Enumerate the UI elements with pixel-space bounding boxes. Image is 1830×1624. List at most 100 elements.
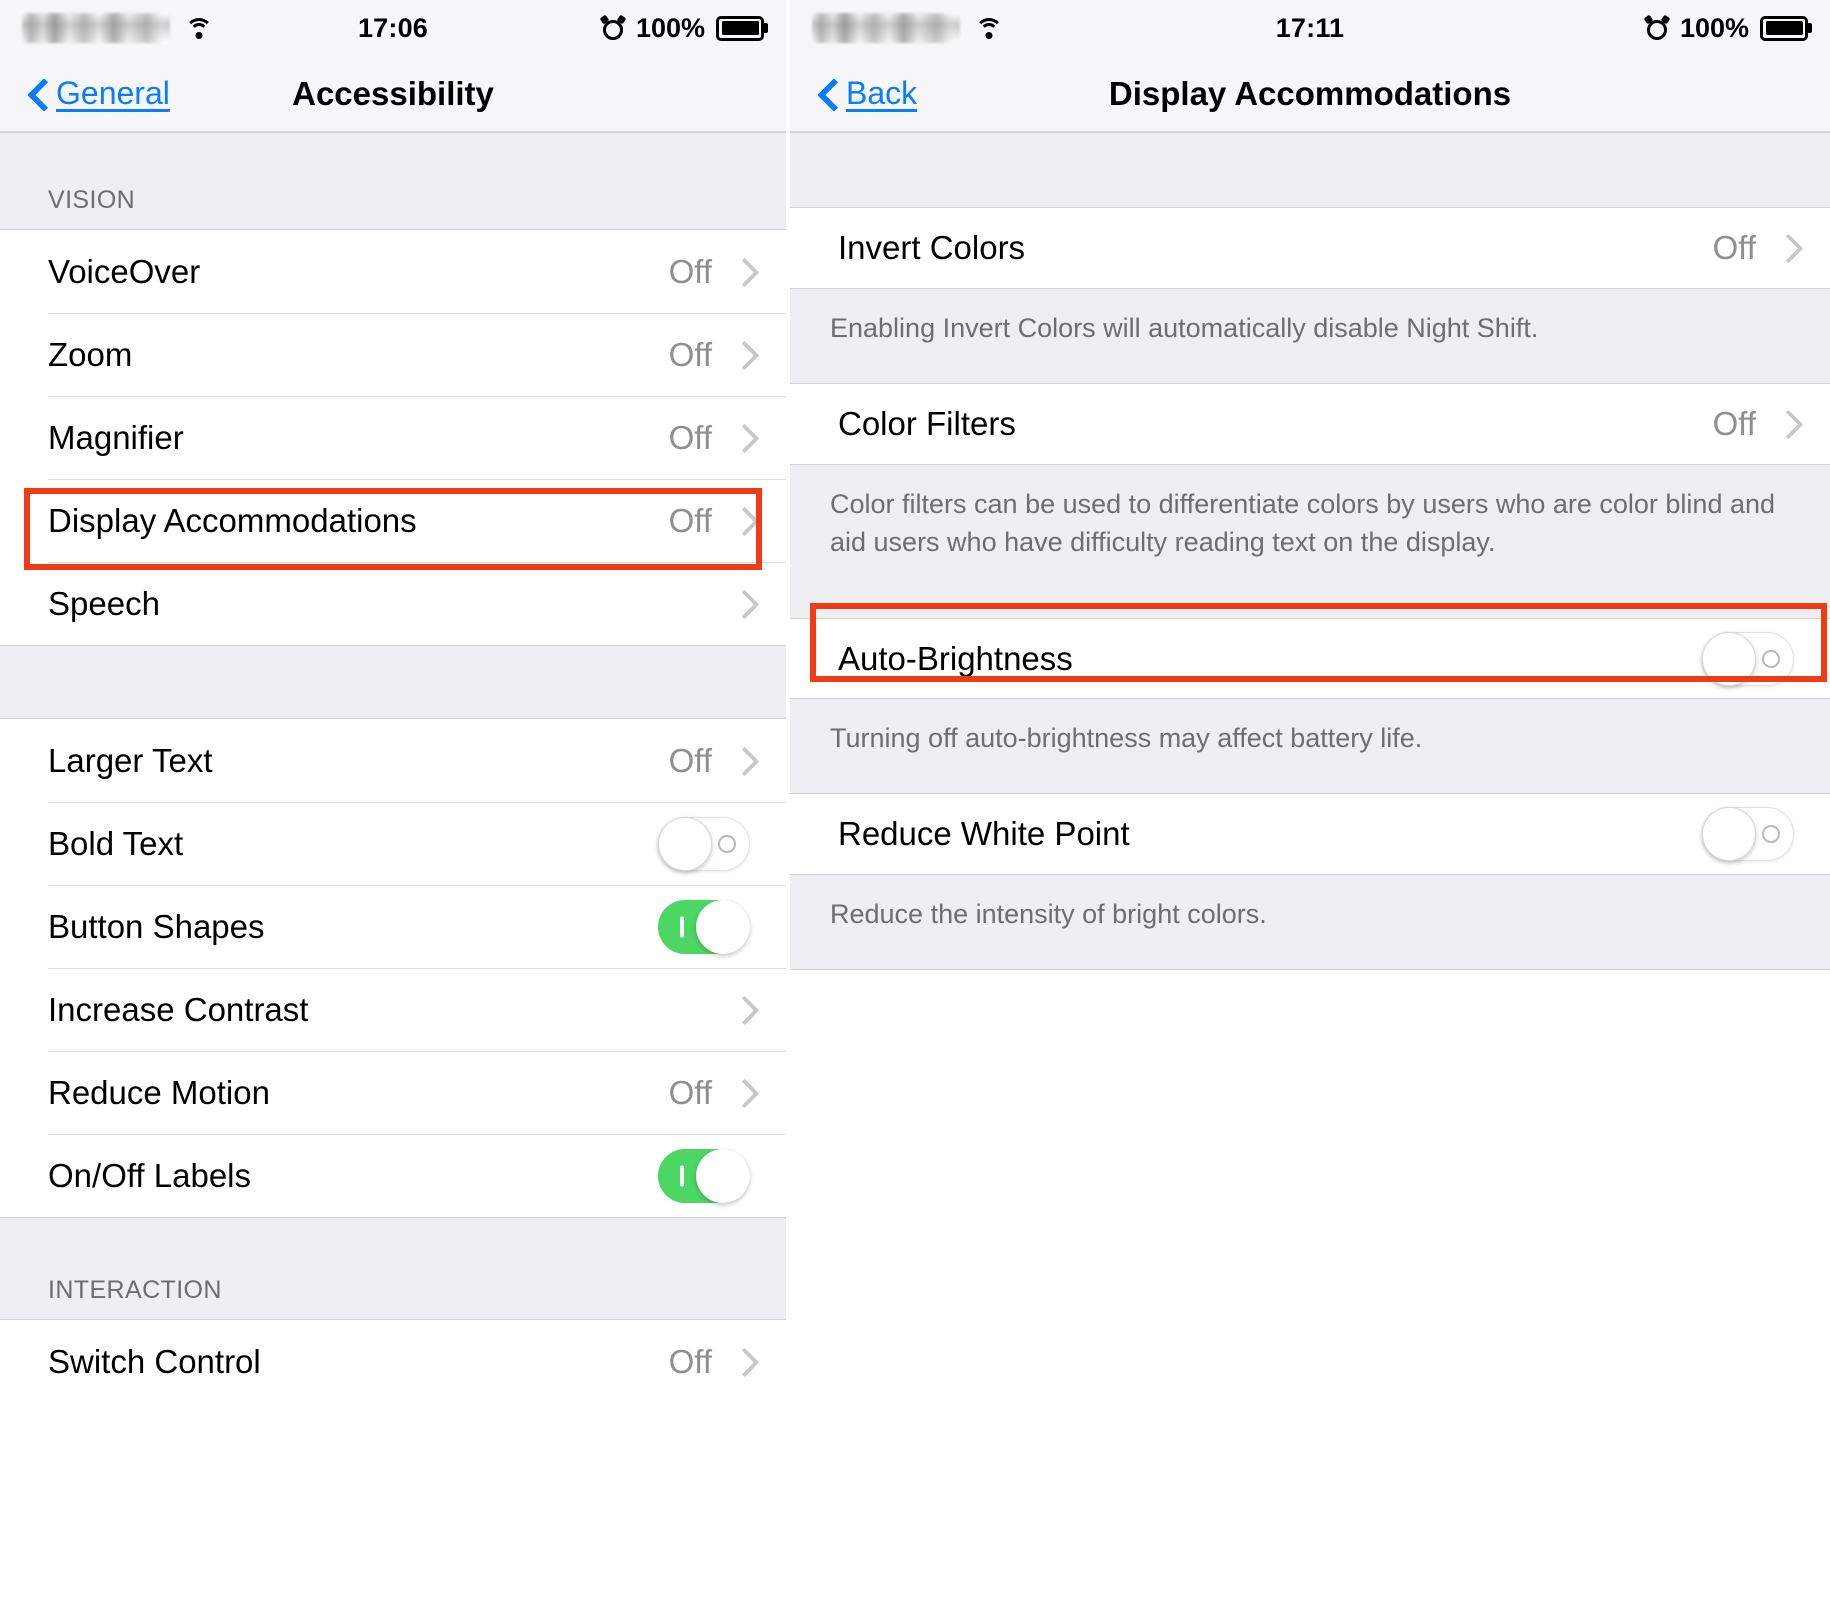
row-label: Auto-Brightness xyxy=(838,639,1073,677)
row-display-accommodations[interactable]: Display Accommodations Off xyxy=(0,479,786,562)
right-phone-display-accommodations: 17:11 100% Back Display Accommodations I… xyxy=(790,0,1830,1624)
chevron-right-icon xyxy=(1778,410,1794,438)
chevron-right-icon xyxy=(734,1348,750,1376)
chevron-right-icon xyxy=(734,507,750,535)
row-value: Off xyxy=(668,252,712,290)
row-value: Off xyxy=(1712,405,1756,442)
right-battery-percent: 100% xyxy=(1679,12,1749,43)
row-switch-control[interactable]: Switch Control Off xyxy=(0,1320,786,1403)
section-spacer-1 xyxy=(0,645,786,719)
footer-auto-brightness: Turning off auto-brightness may affect b… xyxy=(790,698,1830,794)
right-status-right: 100% xyxy=(1310,13,1808,44)
toggle-on-off-labels[interactable] xyxy=(658,1148,750,1203)
row-label: Magnifier xyxy=(48,418,184,456)
row-reduce-white-point[interactable]: Reduce White Point xyxy=(790,794,1830,874)
section-header-vision: VISION xyxy=(0,132,786,230)
row-larger-text[interactable]: Larger Text Off xyxy=(0,719,786,802)
chevron-right-icon xyxy=(734,424,750,452)
page-title-display-accommodations: Display Accommodations xyxy=(1108,74,1512,112)
row-value: Off xyxy=(668,418,712,456)
row-magnifier[interactable]: Magnifier Off xyxy=(0,396,786,479)
back-button-label: Back xyxy=(846,75,918,111)
row-label: Display Accommodations xyxy=(48,501,417,539)
accessibility-list: VISION VoiceOver Off Zoom Off Magnifier … xyxy=(0,132,786,1403)
section-header-interaction: INTERACTION xyxy=(0,1217,786,1320)
row-auto-brightness[interactable]: Auto-Brightness xyxy=(790,619,1830,698)
toggle-button-shapes[interactable] xyxy=(658,899,750,954)
row-voiceover[interactable]: VoiceOver Off xyxy=(0,230,786,313)
left-status-bar: 17:06 100% xyxy=(0,0,786,56)
row-value: Off xyxy=(668,741,712,779)
row-reduce-motion[interactable]: Reduce Motion Off xyxy=(0,1051,786,1134)
back-button-general[interactable]: General xyxy=(0,75,170,112)
row-color-filters[interactable]: Color Filters Off xyxy=(790,384,1830,464)
footer-color-filters: Color filters can be used to differentia… xyxy=(790,464,1830,619)
toggle-bold-text[interactable] xyxy=(658,816,750,871)
row-label: Reduce White Point xyxy=(838,815,1130,852)
chevron-right-icon xyxy=(734,341,750,369)
toggle-knob xyxy=(1702,631,1756,686)
footer-reduce-white-point: Reduce the intensity of bright colors. xyxy=(790,874,1830,970)
row-value: Off xyxy=(668,335,712,373)
row-speech[interactable]: Speech xyxy=(0,562,786,645)
toggle-reduce-white-point[interactable] xyxy=(1702,807,1794,861)
row-zoom[interactable]: Zoom Off xyxy=(0,313,786,396)
chevron-left-icon xyxy=(818,77,838,111)
battery-full-icon xyxy=(716,15,764,41)
top-spacer xyxy=(790,132,1830,208)
row-label: Bold Text xyxy=(48,824,184,862)
left-phone-accessibility: 17:06 100% General Accessibility VISION … xyxy=(0,0,786,1624)
toggle-knob xyxy=(1702,807,1756,861)
row-value: Off xyxy=(1712,229,1756,266)
toggle-auto-brightness[interactable] xyxy=(1702,631,1794,686)
chevron-right-icon xyxy=(1778,234,1794,262)
chevron-right-icon xyxy=(734,1079,750,1107)
chevron-left-icon xyxy=(28,77,48,111)
row-invert-colors[interactable]: Invert Colors Off xyxy=(790,208,1830,288)
right-nav-bar: Back Display Accommodations xyxy=(790,56,1830,132)
row-value: Off xyxy=(668,501,712,539)
row-label: Increase Contrast xyxy=(48,990,309,1028)
row-label: Switch Control xyxy=(48,1342,261,1380)
left-battery-percent: 100% xyxy=(635,12,705,43)
chevron-right-icon xyxy=(734,258,750,286)
row-value: Off xyxy=(668,1342,712,1380)
battery-full-icon xyxy=(1760,15,1808,41)
row-label: VoiceOver xyxy=(48,252,201,290)
toggle-off-label-icon xyxy=(1762,649,1780,668)
row-bold-text[interactable]: Bold Text xyxy=(0,802,786,885)
row-label: Speech xyxy=(48,584,160,622)
toggle-off-label-icon xyxy=(1762,825,1780,843)
toggle-knob xyxy=(696,1148,750,1203)
right-status-bar: 17:11 100% xyxy=(790,0,1830,56)
back-button[interactable]: Back xyxy=(790,75,917,112)
footer-invert-colors: Enabling Invert Colors will automaticall… xyxy=(790,288,1830,384)
bottom-filler xyxy=(790,970,1830,1530)
alarm-clock-icon xyxy=(599,14,627,40)
chevron-right-icon xyxy=(734,996,750,1024)
row-on-off-labels[interactable]: On/Off Labels xyxy=(0,1134,786,1217)
row-increase-contrast[interactable]: Increase Contrast xyxy=(0,968,786,1051)
display-accommodations-list: Invert Colors Off Enabling Invert Colors… xyxy=(790,132,1830,1530)
toggle-off-label-icon xyxy=(718,834,736,853)
toggle-on-label-icon xyxy=(680,1165,684,1186)
chevron-right-icon xyxy=(734,590,750,618)
row-button-shapes[interactable]: Button Shapes xyxy=(0,885,786,968)
row-label: Zoom xyxy=(48,335,133,373)
row-label: On/Off Labels xyxy=(48,1156,252,1194)
row-label: Button Shapes xyxy=(48,907,265,945)
row-label: Color Filters xyxy=(838,405,1016,442)
dual-phone-screenshot: 17:06 100% General Accessibility VISION … xyxy=(0,0,1830,1624)
row-label: Larger Text xyxy=(48,741,213,779)
toggle-knob xyxy=(696,899,750,954)
row-value: Off xyxy=(668,1073,712,1111)
back-button-label: General xyxy=(56,75,170,111)
left-status-right: 100% xyxy=(393,13,764,44)
toggle-on-label-icon xyxy=(680,916,684,937)
left-nav-bar: General Accessibility xyxy=(0,56,786,132)
row-label: Reduce Motion xyxy=(48,1073,270,1111)
chevron-right-icon xyxy=(734,747,750,775)
toggle-knob xyxy=(658,816,712,871)
alarm-clock-icon xyxy=(1643,14,1671,40)
row-label: Invert Colors xyxy=(838,229,1026,266)
